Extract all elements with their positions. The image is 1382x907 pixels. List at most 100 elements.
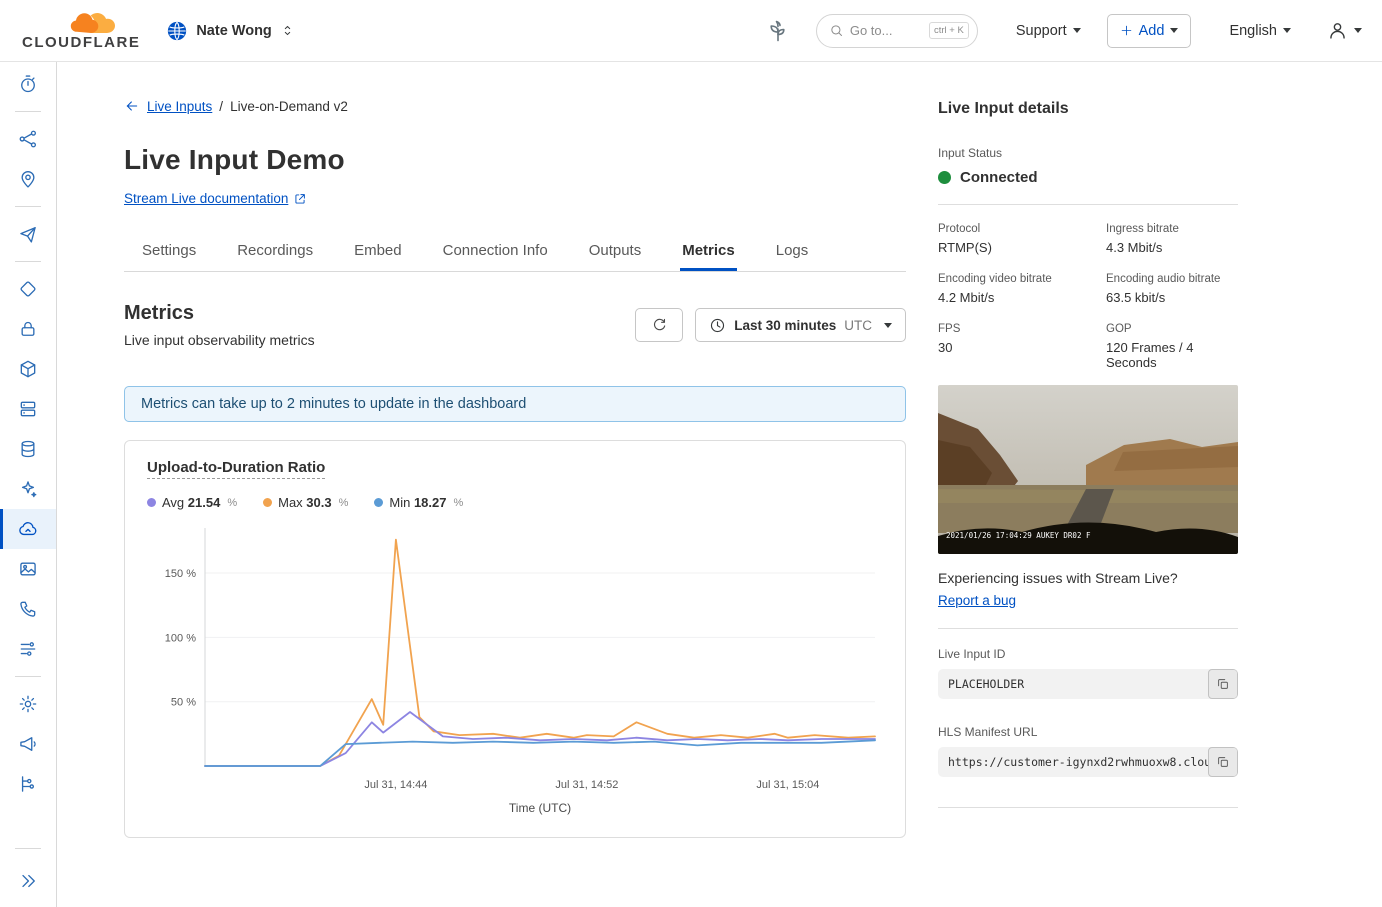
sidebar-item-timer[interactable] <box>0 64 56 104</box>
left-sidebar <box>0 62 57 907</box>
field-label: Encoding audio bitrate <box>1106 273 1238 285</box>
add-button[interactable]: Add <box>1107 14 1192 48</box>
tree-icon[interactable] <box>766 19 790 43</box>
legend-dot-icon <box>374 498 383 507</box>
divider <box>938 628 1238 629</box>
sidebar-item-server[interactable] <box>0 389 56 429</box>
sidebar-divider <box>15 206 41 207</box>
support-dropdown[interactable]: Support <box>1016 23 1081 39</box>
field-value: 120 Frames / 4 Seconds <box>1106 340 1238 370</box>
hls-manifest-box: https://customer-igynxd2rwhmuoxw8.cloudf <box>938 747 1238 777</box>
tab-logs[interactable]: Logs <box>774 232 811 271</box>
legend-min[interactable]: Min 18.27% <box>374 495 463 510</box>
field-label: Ingress bitrate <box>1106 223 1238 235</box>
sidebar-divider <box>15 848 41 849</box>
back-arrow-icon[interactable] <box>124 98 140 114</box>
svg-text:Jul 31, 15:04: Jul 31, 15:04 <box>756 779 819 791</box>
chevron-down-icon <box>1073 28 1081 33</box>
sidebar-item-send-arrow[interactable] <box>0 214 56 254</box>
copy-hls-url-button[interactable] <box>1208 747 1238 777</box>
refresh-button[interactable] <box>635 308 683 342</box>
tab-metrics[interactable]: Metrics <box>680 232 737 271</box>
breadcrumb-live-inputs-link[interactable]: Live Inputs <box>147 99 212 114</box>
language-dropdown[interactable]: English <box>1229 23 1291 39</box>
detail-field: Ingress bitrate4.3 Mbit/s <box>1106 223 1238 255</box>
search-shortcut-hint: ctrl + K <box>929 22 969 39</box>
sidebar-item-database[interactable] <box>0 429 56 469</box>
series-avg-line <box>205 712 875 766</box>
field-value: 30 <box>938 340 1094 355</box>
live-input-id-box: PLACEHOLDER <box>938 669 1238 699</box>
sort-chevrons-icon <box>280 23 295 38</box>
timezone-value: UTC <box>844 318 872 333</box>
doc-link-label: Stream Live documentation <box>124 191 288 206</box>
cloudflare-dashboard: CLOUDFLARE Nate Wong <box>0 0 1382 907</box>
input-status-row: Connected <box>938 169 1238 186</box>
legend-max[interactable]: Max 30.3% <box>263 495 348 510</box>
field-label: Protocol <box>938 223 1094 235</box>
copy-input-id-button[interactable] <box>1208 669 1238 699</box>
add-label: Add <box>1139 23 1165 39</box>
account-switcher[interactable]: Nate Wong <box>166 20 294 42</box>
send-arrow-icon <box>18 224 38 244</box>
tab-outputs[interactable]: Outputs <box>587 232 644 271</box>
sidebar-item-map-pin[interactable] <box>0 159 56 199</box>
input-status-value: Connected <box>960 169 1038 186</box>
user-menu[interactable] <box>1327 20 1362 41</box>
sidebar-expand-button[interactable] <box>0 861 56 901</box>
sidebar-item-megaphone[interactable] <box>0 724 56 764</box>
timer-icon <box>18 74 38 94</box>
clock-icon <box>709 317 726 334</box>
sidebar-item-hierarchy[interactable] <box>0 764 56 804</box>
tab-settings[interactable]: Settings <box>140 232 198 271</box>
cloudflare-logo[interactable]: CLOUDFLARE <box>22 11 140 50</box>
tab-embed[interactable]: Embed <box>352 232 404 271</box>
sidebar-item-diamond[interactable] <box>0 269 56 309</box>
svg-text:50 %: 50 % <box>171 697 196 709</box>
metrics-info-banner: Metrics can take up to 2 minutes to upda… <box>124 386 906 422</box>
lock-icon <box>18 319 38 339</box>
tab-connection-info[interactable]: Connection Info <box>441 232 550 271</box>
sidebar-item-stream-cloud[interactable] <box>0 509 56 549</box>
chart-title[interactable]: Upload-to-Duration Ratio <box>147 459 325 479</box>
sidebar-item-gear[interactable] <box>0 684 56 724</box>
sidebar-item-package[interactable] <box>0 349 56 389</box>
sidebar-divider <box>15 261 41 262</box>
sidebar-item-lock[interactable] <box>0 309 56 349</box>
time-range-dropdown[interactable]: Last 30 minutes UTC <box>695 308 906 342</box>
sidebar-item-image[interactable] <box>0 549 56 589</box>
live-input-details-panel: Live Input details Input Status Connecte… <box>938 98 1238 838</box>
main-content: Live Inputs / Live-on-Demand v2 Live Inp… <box>57 62 1382 907</box>
search-input[interactable] <box>850 23 923 38</box>
sidebar-item-sparkles[interactable] <box>0 469 56 509</box>
megaphone-icon <box>18 734 38 754</box>
main-column: Live Inputs / Live-on-Demand v2 Live Inp… <box>124 98 906 838</box>
svg-text:Jul 31, 14:44: Jul 31, 14:44 <box>364 779 427 791</box>
body-row: Live Inputs / Live-on-Demand v2 Live Inp… <box>0 62 1382 907</box>
sidebar-item-phone[interactable] <box>0 589 56 629</box>
chart-area: 50 %100 %150 %Jul 31, 14:44Jul 31, 14:52… <box>147 518 883 823</box>
legend-name: Max 30.3 <box>278 495 331 510</box>
global-search[interactable]: ctrl + K <box>816 14 978 48</box>
live-input-id-value: PLACEHOLDER <box>938 669 1208 699</box>
field-value: 63.5 kbit/s <box>1106 290 1238 305</box>
sidebar-item-flow[interactable] <box>0 629 56 669</box>
issues-text: Experiencing issues with Stream Live? <box>938 570 1238 586</box>
legend-value: 21.54 <box>188 495 221 510</box>
metrics-heading: Metrics <box>124 302 315 325</box>
live-input-id-label: Live Input ID <box>938 647 1238 661</box>
hls-manifest-value: https://customer-igynxd2rwhmuoxw8.cloudf <box>938 747 1208 777</box>
image-icon <box>18 559 38 579</box>
sidebar-item-network-nodes[interactable] <box>0 119 56 159</box>
legend-name: Avg 21.54 <box>162 495 220 510</box>
cloudflare-wordmark: CLOUDFLARE <box>22 35 140 50</box>
stream-docs-link[interactable]: Stream Live documentation <box>124 191 307 206</box>
report-bug-link[interactable]: Report a bug <box>938 593 1016 608</box>
thumbnail-timestamp: 2021/01/26 17:04:29 AUKEY DR02 F <box>946 531 1091 540</box>
time-range-value: Last 30 minutes <box>734 318 836 333</box>
legend-avg[interactable]: Avg 21.54% <box>147 495 237 510</box>
sidebar-groups <box>0 64 56 804</box>
svg-text:150 %: 150 % <box>165 568 196 580</box>
external-link-icon <box>293 192 307 206</box>
tab-recordings[interactable]: Recordings <box>235 232 315 271</box>
